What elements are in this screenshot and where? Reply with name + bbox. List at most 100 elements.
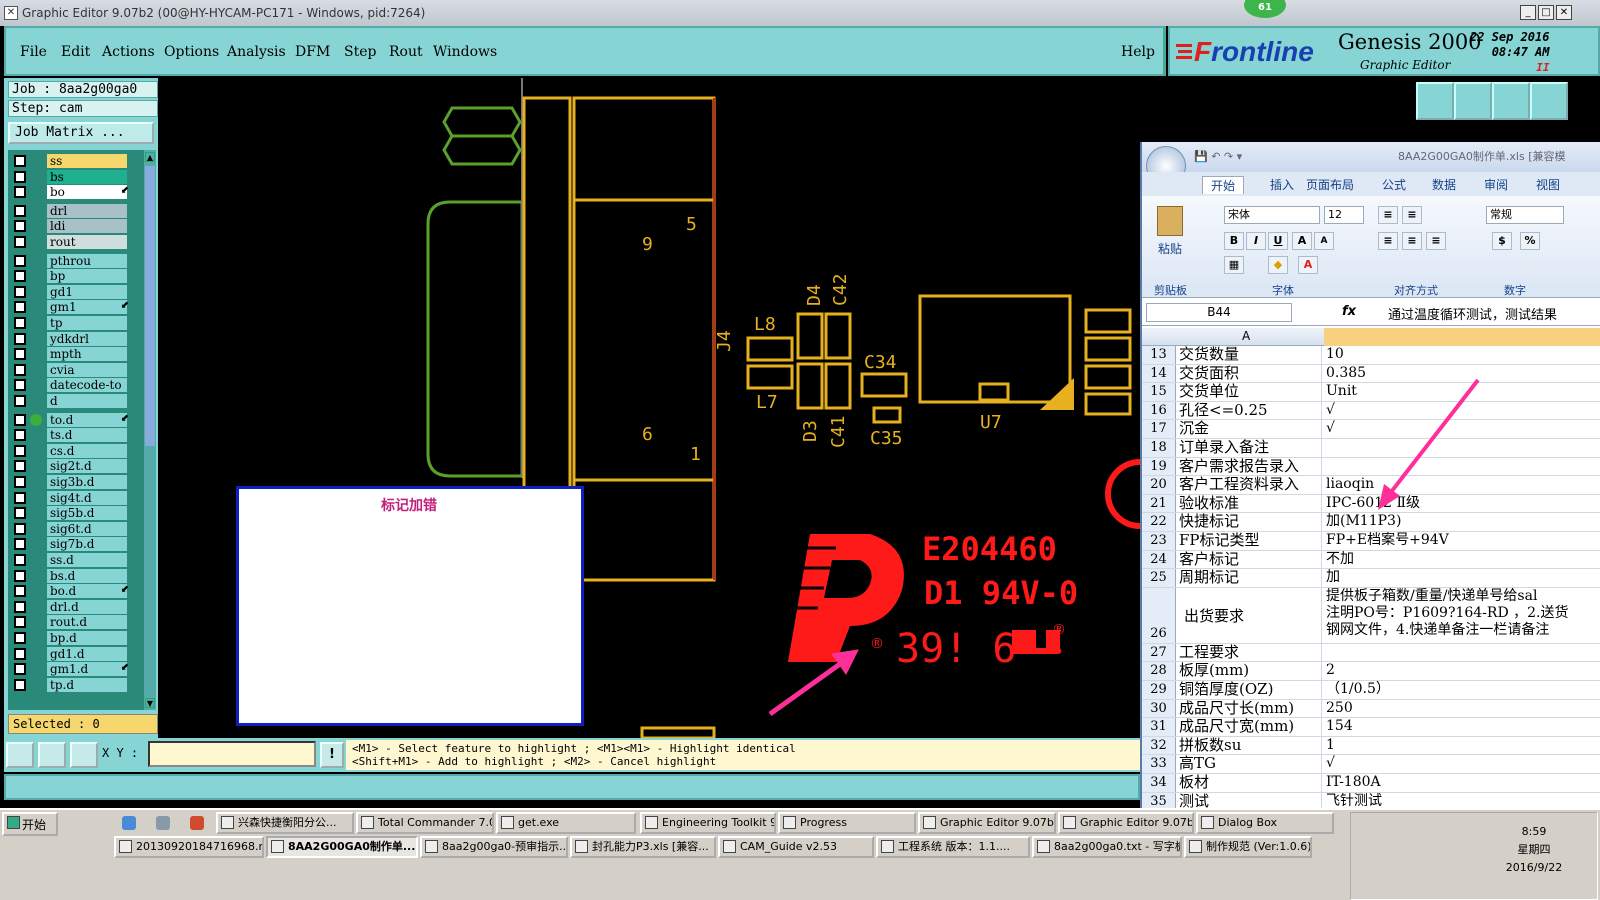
close-button[interactable]: ✕: [1556, 5, 1572, 20]
layer-row[interactable]: tp.d: [10, 677, 132, 692]
layer-row[interactable]: drl.d: [10, 599, 132, 614]
layer-name[interactable]: tp.d: [47, 677, 127, 692]
layer-name[interactable]: tp: [47, 316, 127, 330]
layer-row[interactable]: datecode-to: [10, 378, 132, 393]
layer-row[interactable]: d: [10, 394, 132, 408]
layer-row[interactable]: ts.d: [10, 428, 132, 443]
layer-checkbox[interactable]: [14, 170, 26, 183]
layer-row[interactable]: ldi: [10, 219, 132, 234]
layer-checkbox[interactable]: [14, 236, 26, 248]
layer-row[interactable]: sig2t.d: [10, 459, 132, 474]
layer-checkbox[interactable]: [14, 379, 26, 392]
layer-scrollbar[interactable]: ▲ ▼: [144, 150, 156, 710]
layer-row[interactable]: bp: [10, 269, 132, 284]
layer-row[interactable]: bs.d: [10, 568, 132, 583]
layer-name[interactable]: bo.d: [47, 584, 127, 599]
layer-row[interactable]: bo ⬋: [10, 185, 132, 200]
layer-name[interactable]: rout: [47, 235, 127, 249]
info-button[interactable]: !: [320, 742, 344, 768]
taskbar-button[interactable]: get.exe: [496, 812, 636, 834]
layer-name[interactable]: gm1: [47, 300, 127, 315]
layer-name[interactable]: pthrou: [47, 253, 127, 268]
layer-checkbox[interactable]: [14, 585, 26, 598]
layer-checkbox[interactable]: [14, 254, 26, 267]
taskbar-button[interactable]: Graphic Editor 9.07b...: [918, 812, 1056, 834]
layer-checkbox[interactable]: [14, 647, 26, 660]
layer-checkbox[interactable]: [14, 186, 26, 199]
zoom-area-icon[interactable]: [6, 742, 34, 768]
layer-row[interactable]: drl: [10, 203, 132, 218]
layer-name[interactable]: datecode-to: [47, 378, 127, 393]
quick-launch-icon[interactable]: [122, 816, 136, 830]
layer-checkbox[interactable]: [14, 632, 26, 644]
layer-name[interactable]: ts.d: [47, 428, 127, 443]
menu-dfm[interactable]: DFM: [295, 44, 330, 60]
taskbar-button[interactable]: 8aa2g00ga0-预审指示...: [420, 836, 568, 858]
layer-name[interactable]: ss: [47, 154, 127, 168]
menu-rout[interactable]: Rout: [389, 44, 423, 60]
menu-step[interactable]: Step: [344, 44, 376, 60]
menu-actions[interactable]: Actions: [102, 44, 155, 60]
layer-checkbox[interactable]: [14, 663, 26, 676]
layer-row[interactable]: rout: [10, 235, 132, 249]
layer-name[interactable]: sig4t.d: [47, 490, 127, 505]
layer-checkbox[interactable]: [14, 678, 26, 691]
layer-name[interactable]: drl: [47, 203, 127, 218]
layer-name[interactable]: drl.d: [47, 599, 127, 614]
layer-row[interactable]: gm1 ⬋: [10, 300, 132, 315]
taskbar-button[interactable]: 20130920184716968.rt...: [114, 836, 264, 858]
layer-checkbox[interactable]: [14, 155, 26, 167]
xy-input[interactable]: [148, 741, 316, 767]
layer-checkbox[interactable]: [14, 507, 26, 520]
layer-name[interactable]: rout.d: [47, 615, 127, 630]
layer-row[interactable]: bs: [10, 169, 132, 184]
taskbar-button[interactable]: 封孔能力P3.xls [兼容...: [570, 836, 716, 858]
layer-row[interactable]: gm1.d ⬋: [10, 662, 132, 677]
layer-row[interactable]: cs.d: [10, 443, 132, 458]
layer-checkbox[interactable]: [14, 444, 26, 457]
layer-checkbox[interactable]: [14, 429, 26, 442]
layer-name[interactable]: ss.d: [47, 553, 127, 567]
layer-row[interactable]: sig6t.d: [10, 521, 132, 536]
layer-checkbox[interactable]: [14, 317, 26, 329]
job-matrix-button[interactable]: Job Matrix ...: [8, 122, 154, 144]
taskbar-button[interactable]: Progress: [778, 812, 916, 834]
layer-row[interactable]: sig3b.d: [10, 475, 132, 489]
layer-name[interactable]: gd1: [47, 284, 127, 299]
menu-edit[interactable]: Edit: [61, 44, 90, 60]
layer-row[interactable]: tp: [10, 316, 132, 330]
layer-checkbox[interactable]: [14, 332, 26, 345]
layer-checkbox[interactable]: [14, 538, 26, 551]
layer-row[interactable]: bo.d ⬋: [10, 584, 132, 599]
layer-row[interactable]: pthrou: [10, 253, 132, 268]
quick-launch-icon[interactable]: [156, 816, 170, 830]
layer-name[interactable]: sig5b.d: [47, 506, 127, 521]
house-icon[interactable]: [1492, 82, 1530, 120]
layer-checkbox[interactable]: [14, 270, 26, 283]
layer-name[interactable]: sig2t.d: [47, 459, 127, 474]
layer-checkbox[interactable]: [14, 476, 26, 488]
layer-name[interactable]: bp.d: [47, 631, 127, 645]
quick-launch-icon[interactable]: [190, 816, 204, 830]
layer-row[interactable]: mpth: [10, 347, 132, 362]
pause-icon[interactable]: II: [1470, 60, 1549, 75]
layer-name[interactable]: sig3b.d: [47, 475, 127, 489]
layer-checkbox[interactable]: [14, 363, 26, 376]
layer-row[interactable]: ydkdrl: [10, 331, 132, 346]
measure-icon[interactable]: [38, 742, 66, 768]
layer-name[interactable]: ydkdrl: [47, 331, 127, 346]
layer-checkbox[interactable]: [14, 204, 26, 217]
layer-name[interactable]: to.d: [47, 412, 127, 427]
layer-checkbox[interactable]: [14, 460, 26, 473]
menu-analysis[interactable]: Analysis: [227, 44, 286, 60]
snap-grid-icon[interactable]: [70, 742, 98, 768]
home-icon[interactable]: [1416, 82, 1454, 120]
taskbar-button[interactable]: Engineering Toolkit 9....: [640, 812, 776, 834]
layer-row[interactable]: sig7b.d: [10, 537, 132, 552]
layer-checkbox[interactable]: [14, 616, 26, 629]
minimize-button[interactable]: _: [1520, 5, 1536, 20]
taskbar-button[interactable]: 兴森快捷衡阳分公...: [216, 812, 354, 834]
taskbar-button[interactable]: 8aa2g00ga0.txt - 写字板: [1032, 836, 1182, 858]
layer-name[interactable]: sig6t.d: [47, 521, 127, 536]
menu-options[interactable]: Options: [164, 44, 219, 60]
